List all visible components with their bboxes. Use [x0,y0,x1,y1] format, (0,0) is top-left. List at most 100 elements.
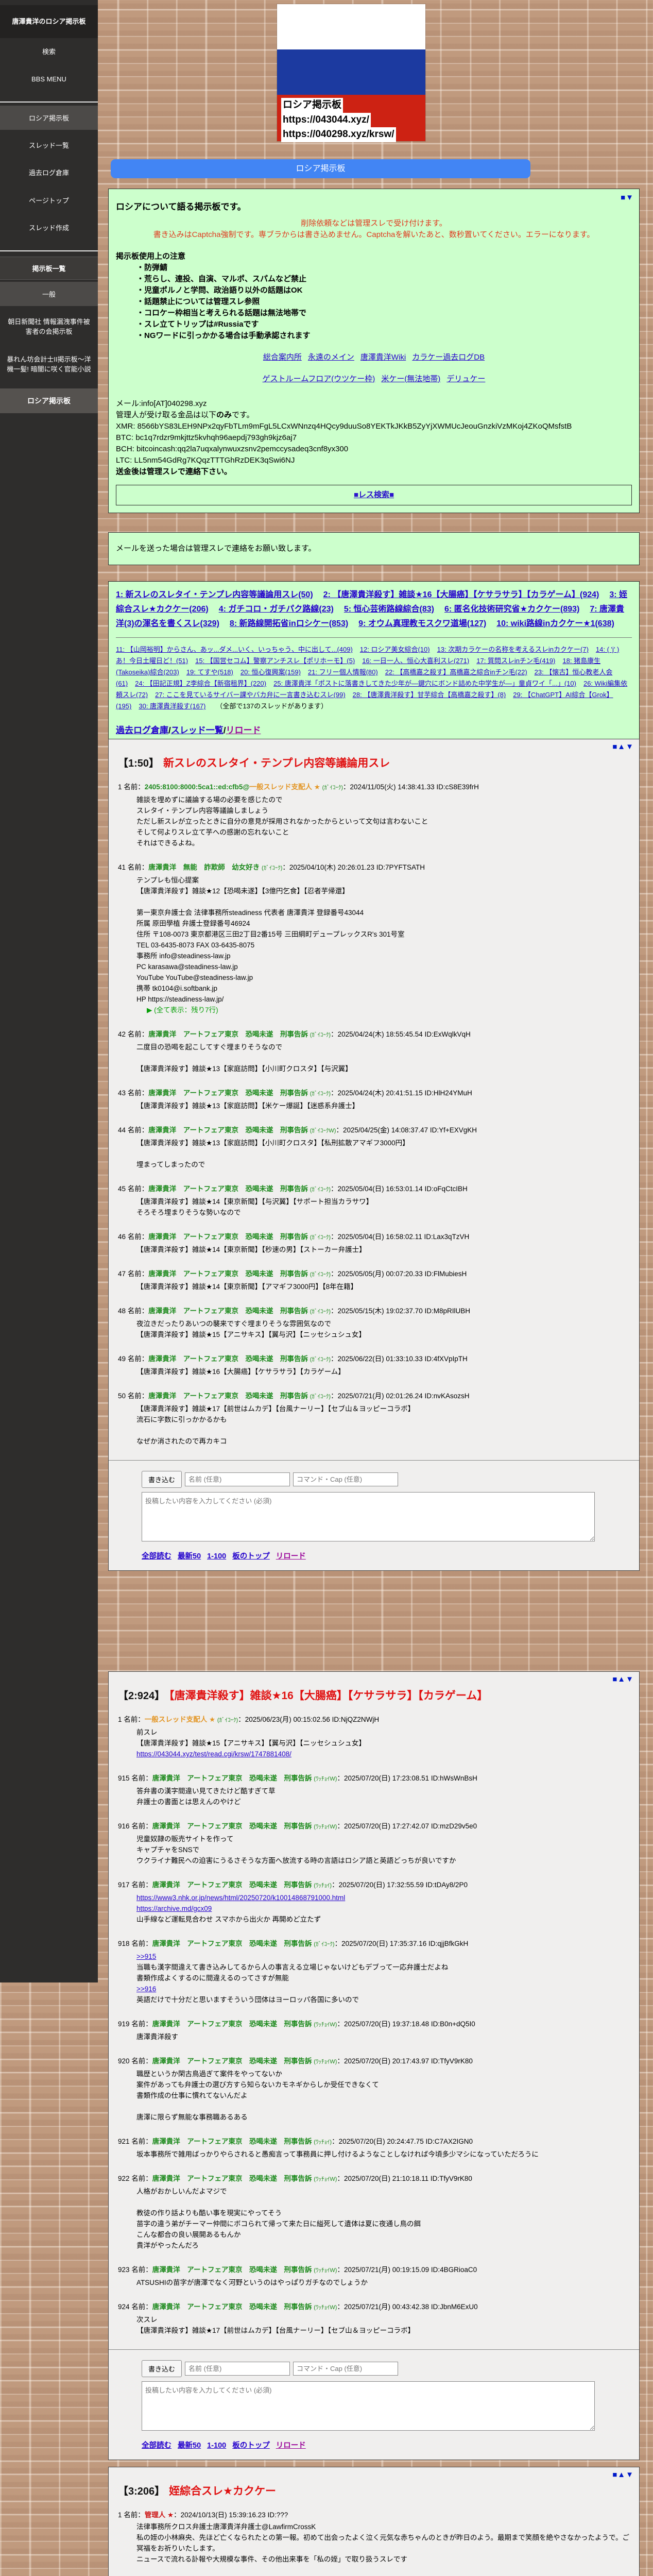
post-datetime-id: ：2025/07/21(月) 00:19:15.09 ID:4BGRioaC0 [337,2266,477,2274]
post-link[interactable]: https://www3.nhk.or.jp/news/html/2025072… [136,1894,345,1902]
post-line: 【唐澤貴洋殺す】雑談★14【東京新聞】【アマギフ3000円】【8年在籍】 [136,1283,358,1291]
nav-down-icon[interactable]: ▼ [626,1675,634,1684]
index-footer-link[interactable]: 過去ログ倉庫 [116,725,168,735]
post-link[interactable]: https://archive.md/gcx09 [136,1905,212,1912]
post-number: 46 名前： [118,1233,149,1241]
index-thread-link[interactable]: 11: 【山岡裕明】からさん、あッ...ダメ...いく、いっちゃう、中に出して.… [116,646,353,653]
sidebar-item[interactable]: 検索 [0,38,98,66]
index-thread-link[interactable]: 15: 【国営セコム】警察アンチスレ【ポリホーモ】(5) [195,657,355,665]
thread-footer-link[interactable]: 1-100 [207,1552,226,1561]
post-author-cap: (ｶﾞｲｺｰｸ) [310,1032,331,1038]
sidebar-item[interactable]: ロシア掲示板 [0,388,98,413]
nav-down-icon[interactable]: ▼ [626,2470,634,2479]
box-nav-icons[interactable]: ■▲▼ [612,2470,634,2479]
index-thread-link[interactable]: 4: ガチコロ・ガチパク路線(23) [219,605,334,614]
thread-footer-link[interactable]: リロード [276,2442,306,2450]
index-thread-link[interactable]: 16: 一日一人、恒心大喜利スレ(271) [362,657,469,665]
nav-up-icon[interactable]: ▲ [617,742,626,751]
post-link[interactable]: >>916 [136,1985,156,1993]
index-thread-link[interactable]: 12: ロシア美女綜合(10) [360,646,430,653]
index-footer-link[interactable]: スレッド一覧 [171,725,224,735]
sidebar-item[interactable]: スレッド一覧 [0,132,98,160]
sidebar-item[interactable]: ロシア掲示板 [0,105,98,130]
index-footer-link[interactable]: リロード [226,725,261,735]
box-nav-icons[interactable]: ■▲▼ [612,742,634,751]
index-thread-link[interactable]: 1: 新スレのスレタイ・テンプレ内容等議論用スレ(50) [116,590,313,599]
flag-stripe-blue [277,49,425,95]
index-thread-link[interactable]: 24: 【田記正規】Z李綜合【新宿租界】(220) [135,680,266,687]
index-thread-link[interactable]: 27: ここを見ているサイバー課やバカ弁に一言書き込むスレ(99) [155,691,346,699]
index-thread-link[interactable]: 30: 唐澤貴洋殺す(167) [139,702,205,710]
notice-rule: ・NGワードに引っかかる場合は手動承認されます [136,331,311,340]
res-search-link[interactable]: ■レス検索■ [354,490,394,499]
notice-rule: ・防弾鯖 [136,263,168,272]
notice-link[interactable]: カラケー過去ログDB [412,353,485,362]
index-thread-link[interactable]: 20: 恒心復興案(159) [240,668,301,676]
sidebar-item[interactable]: BBS MENU [0,65,98,93]
sidebar-item[interactable]: 過去ログ倉庫 [0,159,98,187]
index-thread-link[interactable]: 8: 新路線開拓省inロシケー(853) [230,619,348,628]
thread-footer-link[interactable]: 板のトップ [232,2442,270,2450]
index-thread-link[interactable]: 17: 質問スレinチン毛(419) [476,657,555,665]
index-thread-link[interactable]: 21: フリー個人情報(80) [308,668,378,676]
thread-footer-link[interactable]: 最新50 [178,1552,201,1561]
post-header: 923 名前：唐澤貴洋 アートフェア東京 恐喝未遂 刑事告訴 (ﾜｯﾁｮｲW)：… [118,2264,630,2276]
notice-link[interactable]: ゲストルームフロア(ウツケー枠) [263,375,375,383]
command-cap-input[interactable] [293,2362,399,2376]
post-body-textarea[interactable] [142,2381,595,2431]
sidebar-item[interactable]: 暴れん坊会計士II掲示板〜洋機一髪! 暗闇に咲く官能小説 [0,346,98,383]
board-title-bar: ロシア掲示板 [111,159,530,178]
post-line: 【唐澤貴洋殺す】雑談★15【アニサキス】【翼与沢】【ニッセシュシュ女】 [136,1739,366,1747]
thread-footer-link[interactable]: 全部読む [142,1552,171,1561]
thread-header: 【2:924】 【唐澤貴洋殺す】雑談★16【大腸癌】【ケサラサラ】【カラゲーム】 [118,1687,630,1703]
post-body-textarea[interactable] [142,1492,595,1541]
sidebar-item[interactable]: ページトップ [0,187,98,215]
box-nav-icons[interactable]: ■▼ [621,192,634,204]
thread-footer-link[interactable]: リロード [276,1552,306,1561]
post-line: 夜泣きだったりあいつの襲来ですぐ埋まりそうな雰囲気なので [136,1320,331,1328]
index-thread-link[interactable]: 25: 唐澤貴洋「ポストに落書きしてきた少年が―鍵穴にボンド詰めた中学生が―」童… [273,680,576,687]
thread-footer-link[interactable]: 全部読む [142,2442,171,2450]
post-link[interactable]: https://043044.xyz/test/read.cgi/krsw/17… [136,1750,291,1758]
nav-square-icon[interactable]: ■ [612,1675,617,1684]
sidebar-item[interactable]: スレッド作成 [0,214,98,242]
thread-header: 【3:206】 姪綜合スレ★カクケー [118,2483,630,2498]
nav-up-icon[interactable]: ▲ [617,2470,626,2479]
index-thread-link[interactable]: 10: wiki路線inカクケー★1(638) [496,619,614,628]
box-nav-icons[interactable]: ■▲▼ [612,1675,634,1684]
command-cap-input[interactable] [293,1472,399,1486]
submit-post-button[interactable]: 書き込む [142,1471,182,1488]
name-input[interactable] [185,1472,290,1486]
nav-square-icon[interactable]: ■ [612,742,617,751]
index-thread-link[interactable]: 19: てすや(518) [186,668,233,676]
sidebar-item[interactable]: 朝日新聞社 情報漏洩事件被害者の会掲示板 [0,308,98,346]
thread-footer-link[interactable]: 1-100 [207,2442,226,2450]
index-thread-link[interactable]: 2: 【唐澤貴洋殺す】雑談★16【大腸癌】【ケサラサラ】【カラゲーム】(924) [323,590,599,599]
post-author-cap: (ｶﾞｲｺｰｸ) [217,1717,238,1723]
nav-down-icon[interactable]: ▼ [626,742,634,751]
nav-down-icon[interactable]: ▼ [626,193,634,202]
nav-up-icon[interactable]: ▲ [617,1675,626,1684]
post-line: https://043044.xyz/test/read.cgi/krsw/17… [136,1749,630,1759]
submit-post-button[interactable]: 書き込む [142,2360,182,2377]
index-thread-link[interactable]: 5: 恒心芸術路線綜合(83) [344,605,434,614]
notice-link[interactable]: 永遠のメイン [308,353,354,362]
nav-square-icon[interactable]: ■ [621,193,626,202]
name-input[interactable] [185,2362,290,2376]
sidebar-item[interactable]: 一般 [0,281,98,306]
notice-link[interactable]: デリュケー [446,375,485,383]
index-thread-link[interactable]: 6: 匿名化技術研究省★カクケー(893) [444,605,579,614]
notice-link[interactable]: 米ケー(無法地帯) [381,375,440,383]
show-all-link[interactable]: ▶ (全て表示：残り7行) [147,1005,630,1015]
index-thread-link[interactable]: 9: オウム真理教モスクワ道場(127) [358,619,486,628]
thread-footer-link[interactable]: 最新50 [178,2442,201,2450]
index-thread-link[interactable]: 22: 【高橋嘉之殺す】高橋嘉之綜合inチン毛(22) [385,668,527,676]
index-thread-link[interactable]: 13: 次期カラケーの名称を考えるスレinカクケー(7) [437,646,589,653]
post-link[interactable]: >>915 [136,1953,156,1960]
index-thread-link[interactable]: 28: 【唐澤貴洋殺す】甘芋綜合【高橋嘉之殺す】(8) [353,691,506,699]
nav-square-icon[interactable]: ■ [612,2470,617,2479]
notice-link[interactable]: 唐澤貴洋Wiki [360,353,406,362]
notice-link[interactable]: 総合案内所 [263,353,302,362]
thread-footer-link[interactable]: 板のトップ [232,1552,270,1561]
